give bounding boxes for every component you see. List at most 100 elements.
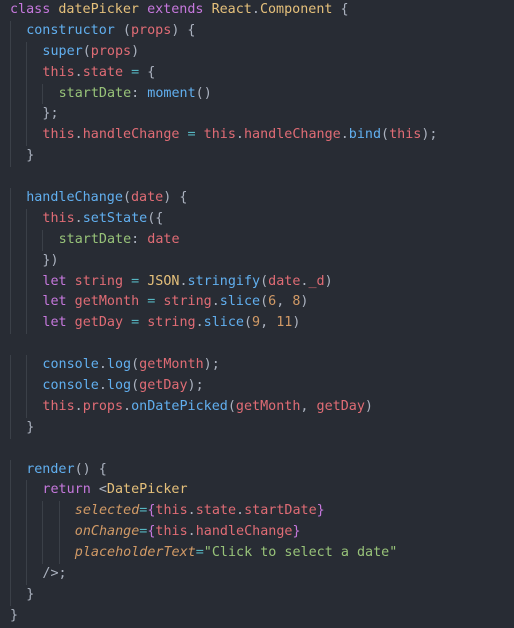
- indent-guide: [58, 522, 60, 544]
- code-line[interactable]: let getMonth = string.slice(6, 8): [0, 292, 514, 314]
- code-token: console: [42, 357, 99, 373]
- code-token: string: [147, 315, 196, 331]
- code-line[interactable]: }: [0, 417, 514, 439]
- indent-guide: [26, 83, 28, 105]
- indent-guide: [26, 271, 28, 293]
- code-token: .: [187, 503, 196, 519]
- indent-guide: [10, 62, 11, 84]
- indent-guide: [26, 355, 28, 377]
- code-token: ,: [300, 398, 317, 414]
- code-line[interactable]: [0, 167, 514, 188]
- code-line[interactable]: constructor (props) {: [0, 20, 514, 42]
- code-token: }: [10, 607, 19, 623]
- code-line[interactable]: [0, 334, 514, 355]
- code-line[interactable]: startDate: moment(): [0, 83, 514, 105]
- code-token: {: [139, 64, 156, 80]
- code-line[interactable]: let getDay = string.slice(9, 11): [0, 313, 514, 335]
- code-token: =: [195, 545, 204, 561]
- code-token: let: [42, 315, 67, 331]
- indent-guide: [42, 543, 44, 565]
- indent-guide: [10, 522, 11, 544]
- code-token: super: [42, 43, 83, 59]
- indent-guide: [42, 501, 44, 523]
- code-line[interactable]: onChange={this.handleChange}: [0, 522, 514, 544]
- code-token: log: [106, 357, 132, 373]
- code-token: };: [42, 106, 59, 122]
- code-line[interactable]: />;: [0, 564, 514, 585]
- code-token: 11: [276, 315, 293, 331]
- code-line[interactable]: selected={this.state.startDate}: [0, 501, 514, 523]
- code-token: (): [195, 85, 212, 101]
- code-token: (: [243, 315, 253, 331]
- code-token: date: [147, 231, 180, 247]
- code-token: setState: [82, 210, 148, 226]
- code-line[interactable]: this.setState({: [0, 208, 514, 230]
- code-token: }): [42, 252, 59, 268]
- code-token: this: [42, 398, 75, 414]
- code-line[interactable]: };: [0, 104, 514, 126]
- indent-guide: [26, 396, 28, 418]
- code-line[interactable]: }: [0, 606, 514, 627]
- code-token: getDay: [74, 315, 124, 331]
- code-line[interactable]: placeholderText="Click to select a date": [0, 543, 514, 565]
- code-token: _d: [308, 273, 325, 289]
- code-line[interactable]: return <DatePicker: [0, 480, 514, 502]
- code-line[interactable]: render() {: [0, 459, 514, 481]
- code-token: }: [26, 419, 35, 435]
- code-token: (: [260, 294, 269, 310]
- indent-guide: [10, 20, 11, 42]
- code-token: .: [74, 210, 83, 226]
- code-token: slice: [203, 315, 244, 331]
- code-line[interactable]: handleChange(date) {: [0, 188, 514, 209]
- code-token: ): [131, 43, 140, 59]
- code-line[interactable]: }: [0, 584, 514, 606]
- code-token: getDay: [139, 378, 188, 394]
- code-line[interactable]: class datePicker extends React.Component…: [0, 0, 514, 21]
- code-token: handleChange: [195, 524, 293, 540]
- code-line[interactable]: let string = JSON.stringify(date._d): [0, 271, 514, 293]
- indent-guide: [26, 41, 28, 63]
- indent-guide: [10, 292, 11, 314]
- code-token: handleChange: [26, 190, 123, 206]
- code-line[interactable]: this.props.onDatePicked(getMonth, getDay…: [0, 396, 514, 418]
- code-line[interactable]: [0, 439, 514, 460]
- code-token: getMonth: [235, 398, 301, 414]
- code-line[interactable]: }: [0, 146, 514, 168]
- code-token: 6: [268, 294, 277, 310]
- code-token: {: [332, 2, 349, 17]
- code-token: .: [98, 378, 107, 394]
- code-line[interactable]: this.handleChange = this.handleChange.bi…: [0, 125, 514, 147]
- code-token: getMonth: [139, 357, 204, 373]
- code-token: (: [114, 22, 131, 38]
- indent-guide: [26, 104, 28, 126]
- indent-guide: [42, 229, 44, 251]
- code-token: props: [131, 22, 172, 38]
- code-line[interactable]: console.log(getDay);: [0, 376, 514, 397]
- indent-guide: [10, 355, 11, 377]
- code-line[interactable]: super(props): [0, 41, 514, 63]
- code-token: (: [131, 357, 140, 373]
- code-token: .: [340, 127, 349, 143]
- code-token: .: [123, 398, 132, 414]
- code-token: state: [195, 503, 237, 519]
- code-line[interactable]: this.state = {: [0, 62, 514, 84]
- code-token: getMonth: [74, 294, 140, 310]
- code-line[interactable]: }): [0, 250, 514, 272]
- code-token: }: [316, 503, 325, 519]
- code-token: ) {: [171, 22, 196, 38]
- indent-guide: [10, 417, 11, 439]
- code-editor[interactable]: class datePicker extends React.Component…: [0, 0, 514, 628]
- code-line[interactable]: console.log(getMonth);: [0, 355, 514, 377]
- code-token: (: [122, 190, 131, 206]
- indent-guide: [26, 376, 28, 397]
- code-token: :: [131, 85, 148, 101]
- code-token: extends: [147, 2, 204, 17]
- code-line[interactable]: startDate: date: [0, 229, 514, 251]
- code-token: handleChange: [243, 127, 341, 143]
- indent-guide: [10, 313, 11, 335]
